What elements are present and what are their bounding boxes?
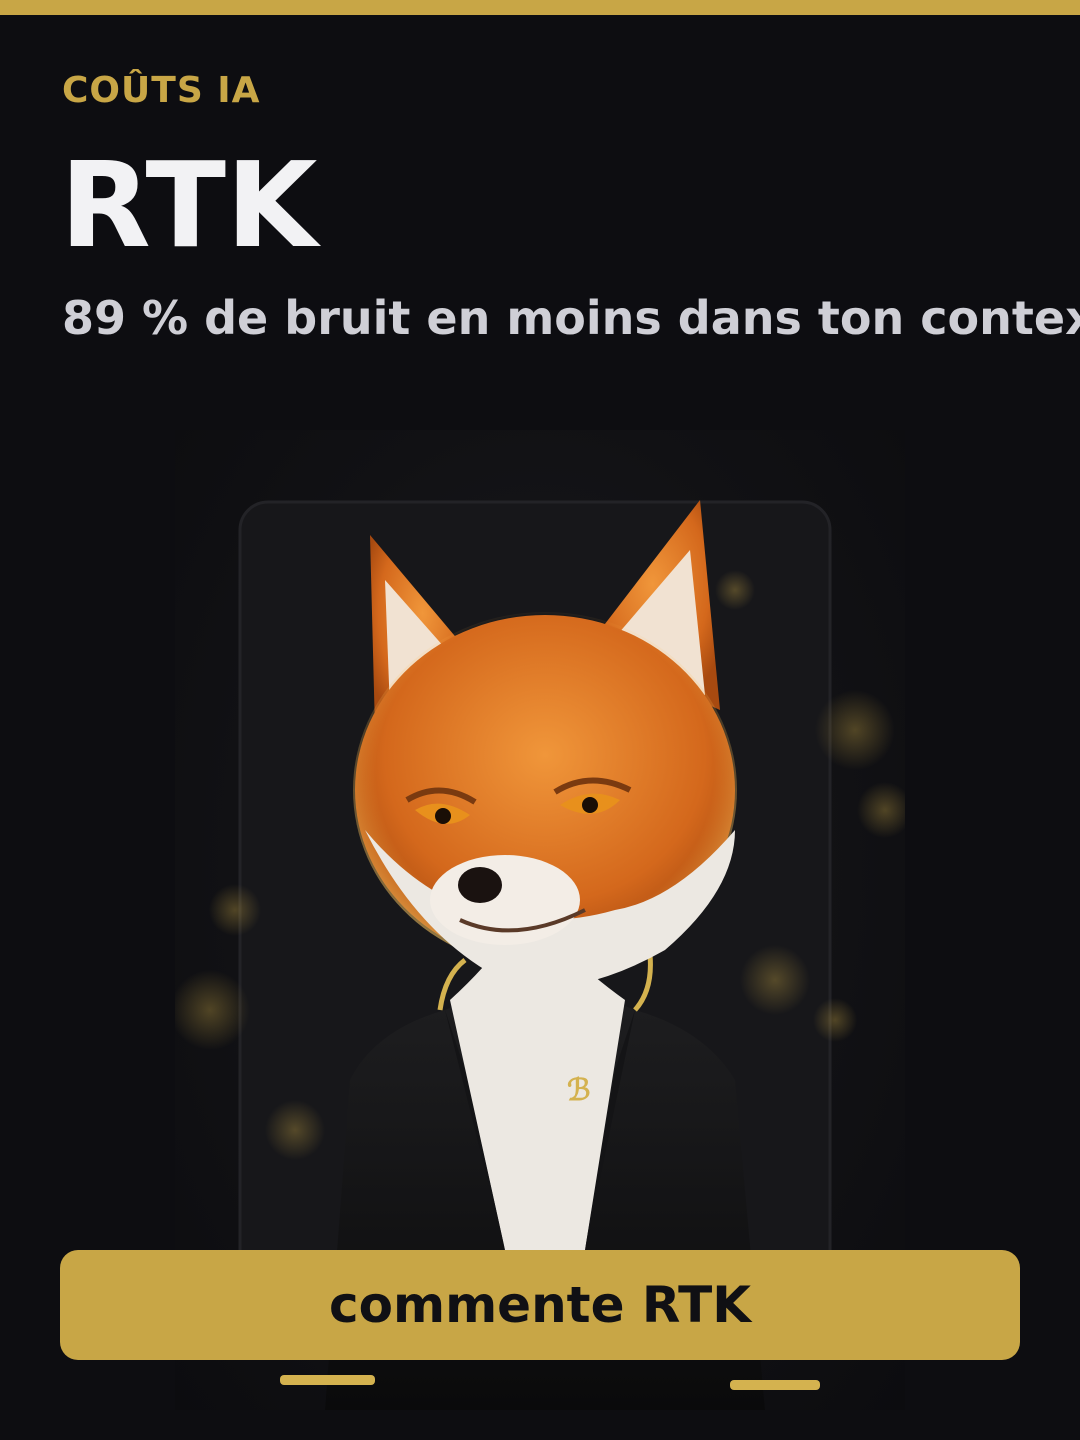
comment-cta-button[interactable]: commente RTK — [60, 1250, 1020, 1360]
top-accent-bar — [0, 0, 1080, 15]
slide: COÛTS IA RTK 89 % de bruit en moins dans… — [0, 0, 1080, 1440]
lapel-pin: ℬ — [567, 1073, 591, 1108]
page-subtitle: 89 % de bruit en moins dans ton contex — [62, 291, 1080, 345]
category-label: COÛTS IA — [62, 70, 261, 111]
page-title: RTK — [60, 136, 318, 274]
fox-nose — [458, 867, 502, 903]
comment-cta-label: commente RTK — [328, 1276, 752, 1334]
